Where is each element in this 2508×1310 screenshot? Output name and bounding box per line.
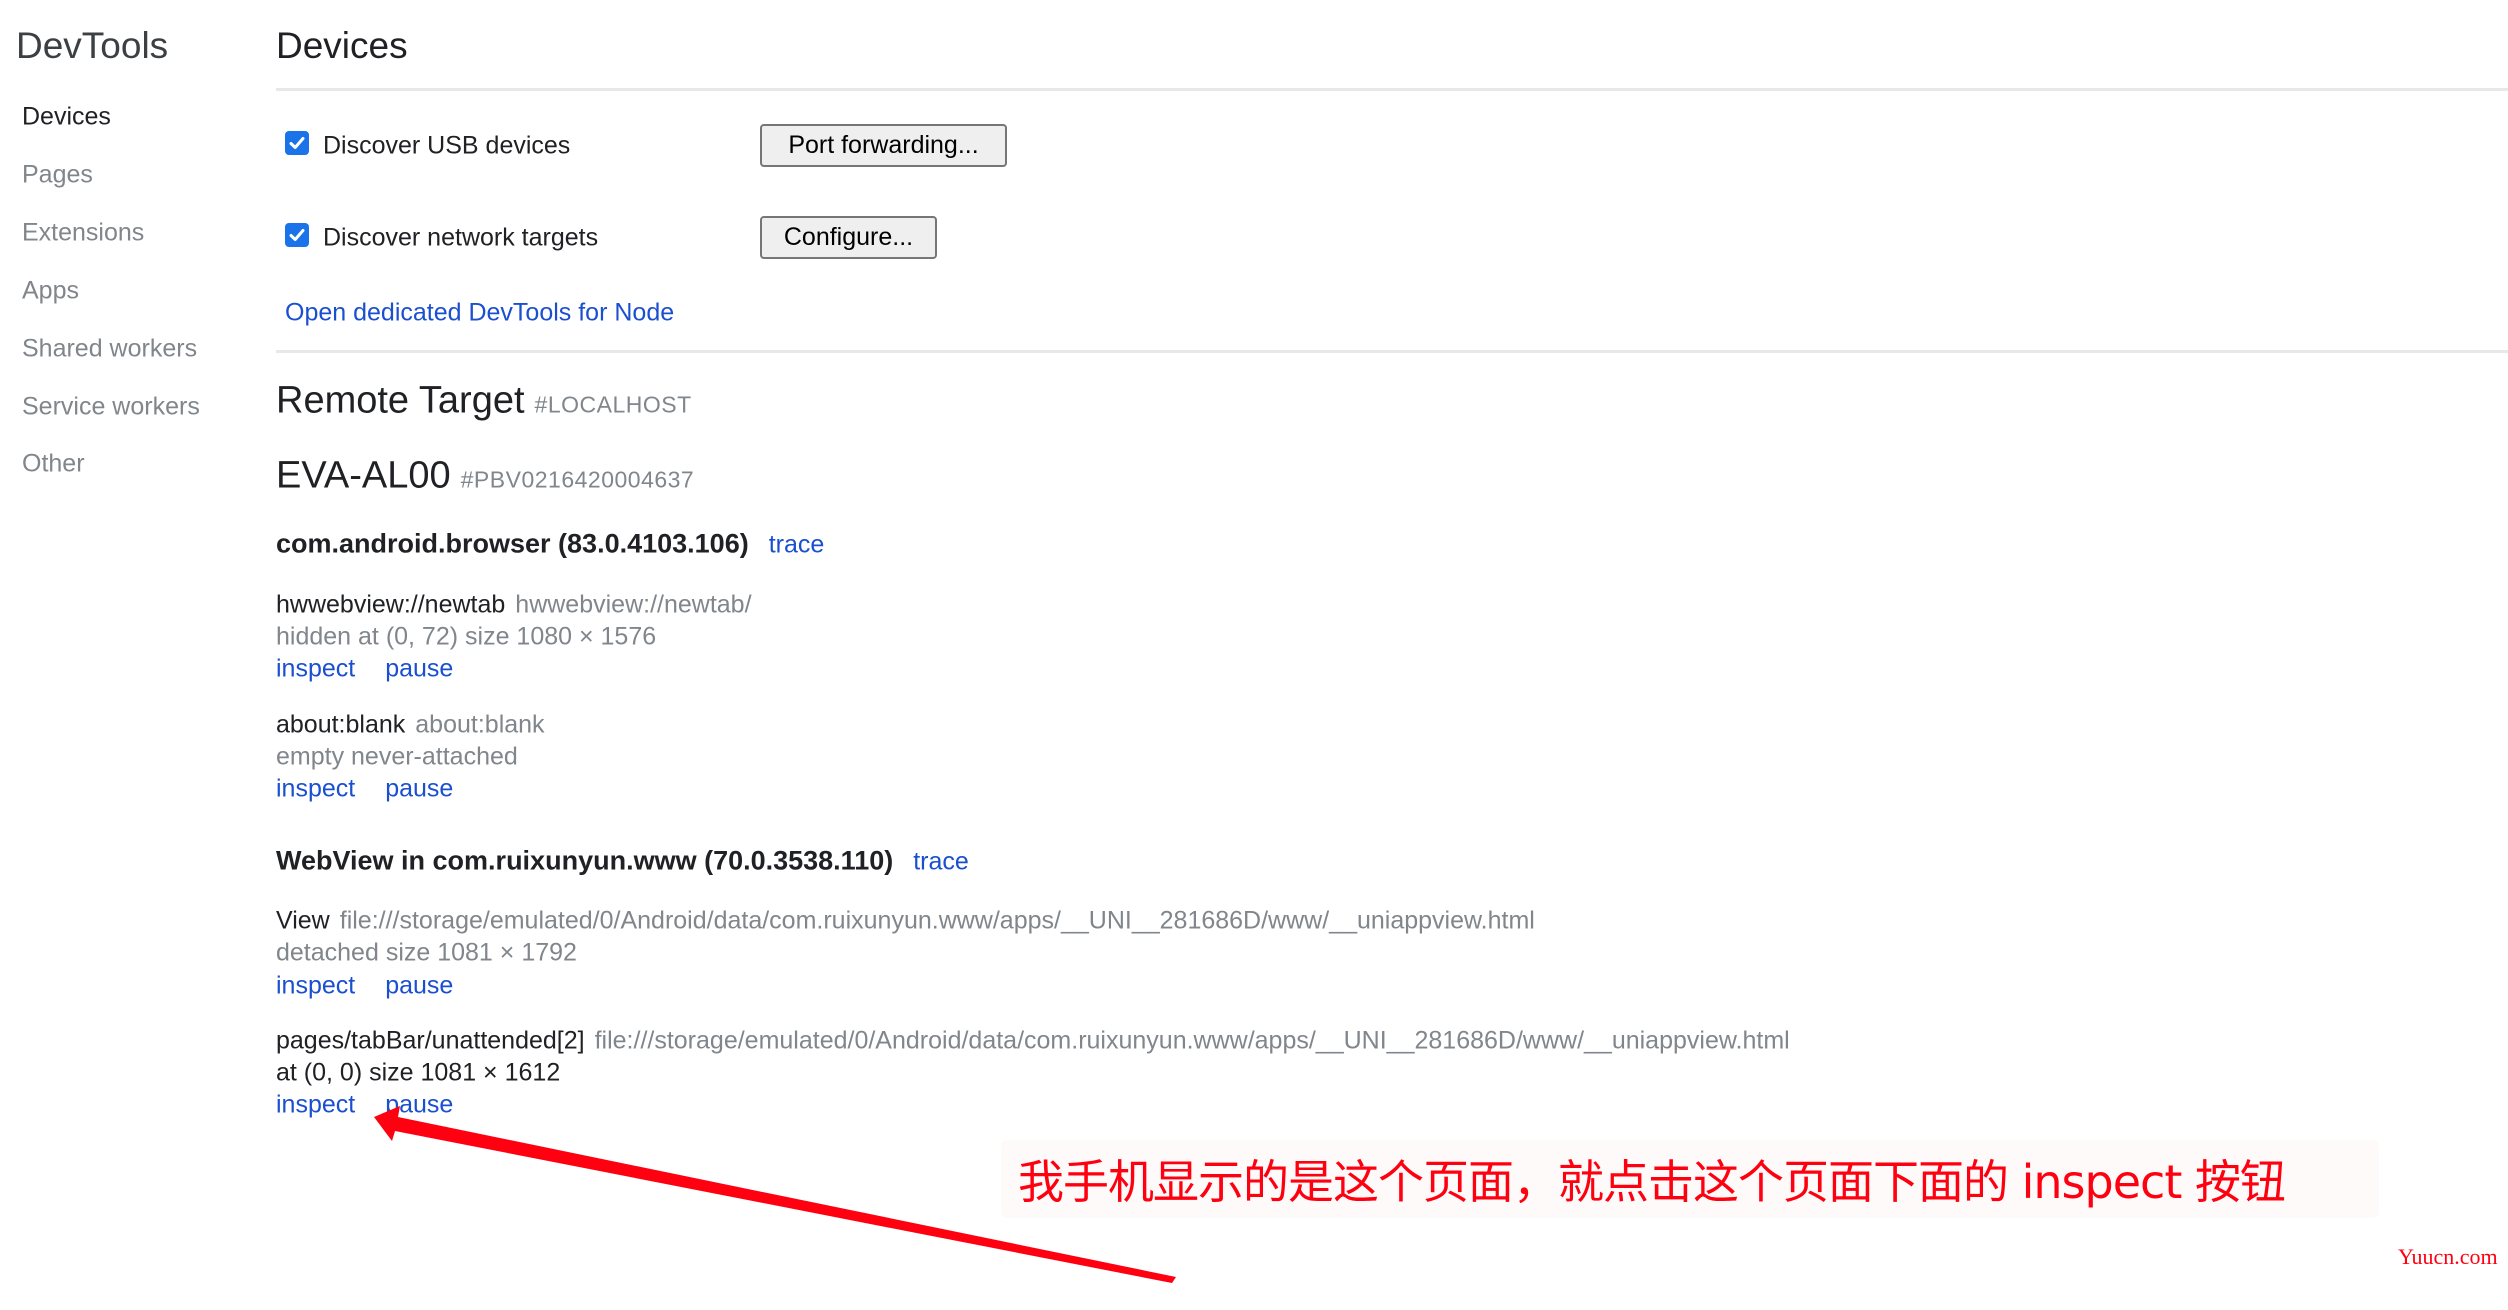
inspect-link[interactable]: inspect xyxy=(276,972,355,1000)
device-name: EVA-AL00 xyxy=(276,454,451,497)
pause-link[interactable]: pause xyxy=(385,655,453,683)
target-title-row: hwwebview://newtab hwwebview://newtab/ xyxy=(276,591,752,620)
target-url: file:///storage/emulated/0/Android/data/… xyxy=(594,1026,1790,1055)
target-title-row: about:blank about:blank xyxy=(276,711,545,740)
sidebar-item-shared-workers[interactable]: Shared workers xyxy=(22,335,197,364)
target-name: View xyxy=(276,906,330,935)
remote-target-heading: Remote Target #LOCALHOST xyxy=(276,380,692,423)
divider xyxy=(276,350,2508,353)
trace-link[interactable]: trace xyxy=(769,531,825,559)
target-status: detached size 1081 × 1792 xyxy=(276,938,577,967)
watermark: Yuucn.com xyxy=(2398,1244,2498,1269)
pause-link[interactable]: pause xyxy=(385,775,453,803)
sidebar-item-extensions[interactable]: Extensions xyxy=(22,219,144,248)
target-actions: inspect pause xyxy=(276,775,453,804)
discover-network-checkbox[interactable] xyxy=(285,223,309,247)
inspect-link[interactable]: inspect xyxy=(276,655,355,683)
annotation-text: 我手机显示的是这个页面，就点击这个页面下面的 inspect 按钮 xyxy=(1018,1155,2286,1209)
discover-usb-checkbox[interactable] xyxy=(285,131,309,155)
sidebar-item-other[interactable]: Other xyxy=(22,450,85,479)
sidebar-item-devices[interactable]: Devices xyxy=(22,103,111,132)
app-title: DevTools xyxy=(16,25,169,66)
target-actions: inspect pause xyxy=(276,972,453,1001)
target-url: hwwebview://newtab/ xyxy=(515,590,752,619)
device-serial: #PBV0216420004637 xyxy=(460,466,695,493)
sidebar-item-service-workers[interactable]: Service workers xyxy=(22,393,200,422)
discover-usb-label[interactable]: Discover USB devices xyxy=(323,132,570,161)
page-title: Devices xyxy=(276,25,408,66)
target-status: at (0, 0) size 1081 × 1612 xyxy=(276,1058,561,1087)
target-actions: inspect pause xyxy=(276,655,453,684)
checkmark-icon xyxy=(289,137,305,149)
discover-network-label[interactable]: Discover network targets xyxy=(323,224,598,253)
target-status: empty never-attached xyxy=(276,742,518,771)
inspect-link-highlighted[interactable]: inspect xyxy=(276,1091,355,1119)
device-heading: EVA-AL00 #PBV0216420004637 xyxy=(276,455,694,498)
target-url: file:///storage/emulated/0/Android/data/… xyxy=(339,906,1535,935)
browser-name: WebView in com.ruixunyun.www (70.0.3538.… xyxy=(276,845,894,876)
target-title-row: View file:///storage/emulated/0/Android/d… xyxy=(276,907,1535,936)
open-node-devtools-link[interactable]: Open dedicated DevTools for Node xyxy=(285,299,674,328)
target-url: about:blank xyxy=(415,710,545,739)
target-actions: inspect pause xyxy=(276,1091,453,1120)
inspect-link[interactable]: inspect xyxy=(276,775,355,803)
configure-button[interactable]: Configure... xyxy=(760,216,937,259)
target-name: hwwebview://newtab xyxy=(276,590,506,619)
pause-link[interactable]: pause xyxy=(385,1091,453,1119)
target-status: hidden at (0, 72) size 1080 × 1576 xyxy=(276,622,657,651)
checkmark-icon xyxy=(289,229,305,241)
browser-heading: WebView in com.ruixunyun.www (70.0.3538.… xyxy=(276,846,969,877)
target-name: pages/tabBar/unattended[2] xyxy=(276,1026,585,1055)
browser-name: com.android.browser (83.0.4103.106) xyxy=(276,528,749,559)
divider xyxy=(276,88,2508,91)
remote-target-host: #LOCALHOST xyxy=(534,391,692,418)
browser-heading: com.android.browser (83.0.4103.106) trace xyxy=(276,529,824,560)
port-forwarding-button[interactable]: Port forwarding... xyxy=(760,124,1007,167)
target-name: about:blank xyxy=(276,710,406,739)
sidebar-item-pages[interactable]: Pages xyxy=(22,161,93,190)
remote-target-title: Remote Target xyxy=(276,379,525,422)
trace-link[interactable]: trace xyxy=(913,848,969,876)
pause-link[interactable]: pause xyxy=(385,972,453,1000)
target-title-row: pages/tabBar/unattended[2] file:///storag… xyxy=(276,1027,1790,1056)
sidebar-item-apps[interactable]: Apps xyxy=(22,277,79,306)
